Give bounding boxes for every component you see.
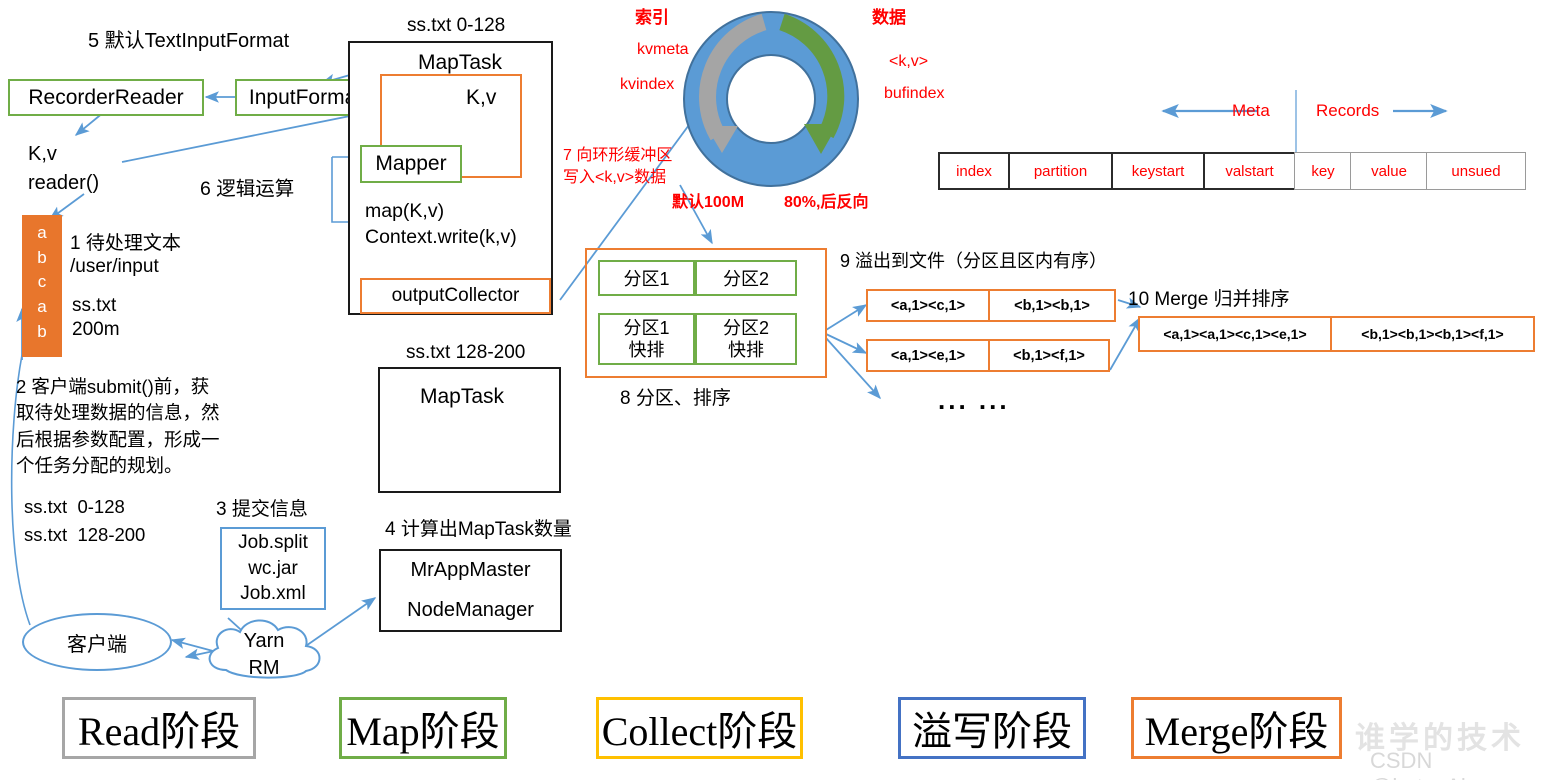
input-file-name: ss.txt [72,295,117,316]
maptask2-caption: ss.txt 128-200 [406,342,526,363]
partition-1-label: 分区1 [623,269,670,289]
meta-arrow-label: Meta [1232,101,1270,120]
diagram-canvas: 5 默认TextInputFormat RecorderReader Input… [0,0,1541,780]
partition-2-label: 分区2 [722,269,769,289]
data-row: c [37,272,47,292]
step9-label: 9 溢出到文件（分区且区内有序） [840,251,1108,271]
spill-threshold-label: 80%,后反向 [784,194,869,211]
step2-label: 2 客户端submit()前，获 取待处理数据的信息，然 后根据参数配置，形成一… [16,376,220,476]
records-arrow-label: Records [1316,101,1380,120]
client-label: 客户端 [67,633,127,656]
split-1-label: ss.txt 0-128 [24,496,125,517]
legend-stage-read-label: Read阶段 [77,709,241,754]
job-file-item: wc.jar [248,557,298,579]
legend-stage-merge-label: Merge阶段 [1144,709,1329,754]
buffer-cell-key: key [1294,152,1352,190]
job-file-item: Job.xml [240,583,306,605]
index-title: 索引 [635,8,669,27]
buffer-cell-index: index [938,152,1010,190]
watermark: CSDN @hutc_Alan [1370,748,1490,780]
kvindex-label: kvindex [620,76,675,93]
output-collector-box: outputCollector [360,278,551,314]
mapper-label: Mapper [375,152,447,175]
default-buffer-size-label: 默认100M [672,194,745,211]
partition-2-sorted-box: 分区2 快排 [695,313,797,365]
input-data-block: a b c a b … [22,215,62,365]
partition-2-box: 分区2 [695,260,797,296]
buffer-cell-keystart: keystart [1111,152,1205,190]
spill-file-2-part-1: <a,1><e,1> [866,339,990,372]
legend-stage-read: Read阶段 [62,697,256,759]
step6-label: 6 逻辑运算 [200,178,295,200]
legend-stage-map: Map阶段 [339,697,507,759]
bufindex-label: bufindex [884,85,945,102]
partition-1-box: 分区1 [598,260,695,296]
buffer-cell-partition: partition [1008,152,1113,190]
map-calls-label: map(K,v) Context.write(k,v) [365,200,517,249]
recorder-reader-box: RecorderReader [8,79,204,116]
output-collector-label: outputCollector [391,285,520,306]
merge-output-part-1: <a,1><a,1><c,1><e,1> [1138,316,1332,352]
input-format-label: InputFormat [248,85,363,109]
legend-stage-spill: 溢写阶段 [898,697,1086,759]
legend-stage-collect-label: Collect阶段 [601,709,798,754]
buffer-cell-value: value [1350,152,1428,190]
spill-file-1-part-1: <a,1><c,1> [866,289,990,322]
buffer-cell-unsued: unsued [1426,152,1526,190]
step10-label: 10 Merge 归并排序 [1128,289,1290,310]
maptask1-caption: ss.txt 0-128 [407,15,506,36]
partition-2-sorted-label: 分区2 快排 [722,317,769,361]
data-row: a [37,223,47,242]
recorder-reader-label: RecorderReader [28,85,184,109]
client-ellipse: 客户端 [22,613,172,671]
legend-stage-collect: Collect阶段 [596,697,803,759]
step4-label: 4 计算出MapTask数量 [385,519,572,540]
data-row: b [37,321,47,341]
kv-label: K,v [466,86,497,109]
merge-output-part-2: <b,1><b,1><b,1><f,1> [1330,316,1535,352]
circular-buffer-ring [680,8,862,190]
kv-pair-label: <k,v> [889,53,929,70]
step8-label: 8 分区、排序 [620,388,731,409]
data-row: a [37,296,47,316]
maptask2-title: MapTask [420,385,505,408]
yarn-rm-label: Yarn RM [243,630,285,679]
spill-ellipsis: ... ... [938,385,1010,415]
partition-1-sorted-box: 分区1 快排 [598,313,695,365]
split-2-label: ss.txt 128-200 [24,524,146,545]
step1-label: 1 待处理文本 /user/input [70,233,181,278]
maptask1-title: MapTask [418,51,503,74]
partition-1-sorted-label: 分区1 快排 [623,317,670,361]
nodemanager-label: NodeManager [407,598,534,621]
data-row: … [33,346,51,366]
job-files-box: Job.split wc.jar Job.xml [220,527,326,610]
yarn-rm-cloud: Yarn RM [196,614,332,684]
legend-stage-merge: Merge阶段 [1131,697,1342,759]
data-title: 数据 [872,8,906,27]
kv-reader-label: K,v reader() [28,143,100,194]
step7-label: 7 向环形缓冲区 写入<k,v>数据 [563,147,673,187]
job-file-item: Job.split [238,532,308,554]
mrappmaster-label: MrAppMaster [410,559,531,582]
data-row: b [37,247,47,267]
mapper-box: Mapper [360,145,462,183]
buffer-cell-valstart: valstart [1203,152,1296,190]
spill-file-1-part-2: <b,1><b,1> [988,289,1116,322]
spill-file-2-part-2: <b,1><f,1> [988,339,1110,372]
legend-stage-spill-label: 溢写阶段 [912,709,1072,754]
mrappmaster-box: MrAppMaster NodeManager [379,549,562,632]
step3-label: 3 提交信息 [216,499,308,520]
input-file-size: 200m [72,319,120,340]
legend-stage-map-label: Map阶段 [346,709,500,754]
step5-label: 5 默认TextInputFormat [88,30,290,52]
